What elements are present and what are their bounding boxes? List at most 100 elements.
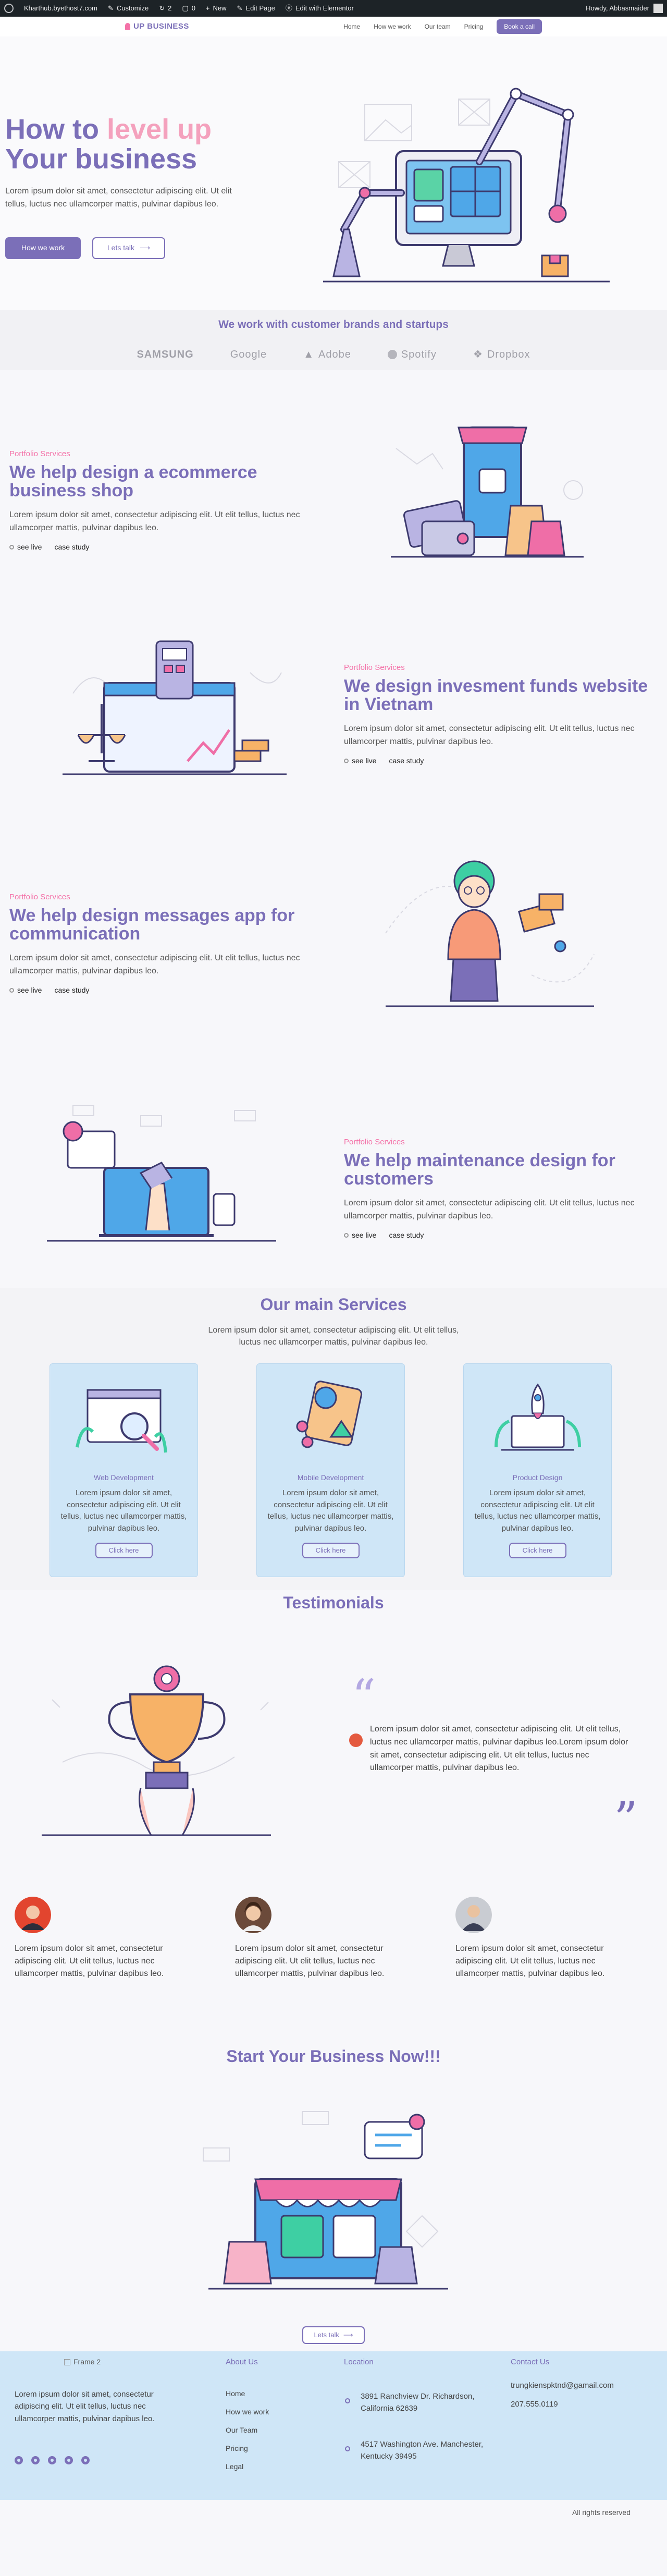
footer-link-how-we-work[interactable]: How we work	[226, 2407, 269, 2425]
nav-home[interactable]: Home	[343, 22, 360, 31]
portfolio-eyebrow: Portfolio Services	[9, 449, 70, 458]
admin-bar-elementor[interactable]: ⓔ Edit with Elementor	[286, 3, 354, 14]
click-here-button[interactable]: Click here	[302, 1543, 360, 1558]
bullet-icon	[9, 988, 14, 993]
see-live-label: see live	[17, 986, 42, 995]
featured-testimonial-text: Lorem ipsum dolor sit amet, consectetur …	[370, 1725, 628, 1773]
hero-subtitle: Lorem ipsum dolor sit amet, consectetur …	[5, 187, 232, 209]
start-lets-talk-label: Lets talk	[314, 2331, 339, 2339]
portfolio-eyebrow: Portfolio Services	[344, 1138, 405, 1146]
case-study-link[interactable]: case study	[54, 542, 89, 553]
logo-text: UP BUSINESS	[133, 21, 189, 31]
site-header: UP BUSINESS Home How we work Our team Pr…	[0, 17, 667, 36]
samsung-text: SAMSUNG	[137, 348, 194, 360]
admin-bar-updates[interactable]: ↻ 2	[159, 3, 171, 14]
portfolio-eyebrow: Portfolio Services	[9, 893, 70, 901]
nav-how-we-work[interactable]: How we work	[374, 22, 411, 31]
case-study-link[interactable]: case study	[54, 985, 89, 996]
footer-logo-image[interactable]: Frame 2	[64, 2357, 171, 2367]
featured-avatar	[349, 1733, 363, 1747]
finance-calculator-illustration	[63, 640, 287, 775]
adobe-icon: ▲	[303, 348, 314, 360]
hero-title-part2: Your business	[5, 143, 197, 175]
case-study-link[interactable]: case study	[389, 1230, 424, 1241]
admin-bar-customize[interactable]: ✎ Customize	[108, 3, 149, 14]
admin-bar-edit-page[interactable]: ✎ Edit Page	[237, 3, 275, 14]
contact-email[interactable]: trungkienspktnd@gamail.com	[511, 2380, 614, 2392]
book-call-button[interactable]: Book a call	[497, 19, 542, 34]
user-avatar[interactable]	[653, 4, 663, 13]
samsung-logo: SAMSUNG	[137, 347, 193, 362]
footer-location-title: Location	[344, 2358, 374, 2366]
service-card-mobile: Mobile Development Lorem ipsum dolor sit…	[256, 1363, 405, 1577]
start-lets-talk-button[interactable]: Lets talk ⟶	[302, 2326, 365, 2344]
social-links	[15, 2456, 171, 2464]
see-live-link[interactable]: see live	[344, 755, 376, 766]
hero-section: How to level up Your business Lorem ipsu…	[0, 36, 667, 310]
portfolio-title: We design invesment funds website in Vie…	[344, 676, 648, 715]
bullet-icon	[344, 759, 349, 764]
site-logo[interactable]: UP BUSINESS	[125, 21, 189, 33]
admin-bar-comments[interactable]: ▢ 0	[182, 3, 195, 14]
arrow-right-icon: ⟶	[140, 243, 151, 252]
elementor-label: Edit with Elementor	[295, 4, 354, 13]
admin-bar-site[interactable]: Kharthub.byethost7.com	[24, 3, 97, 14]
footer-link-our-team[interactable]: Our Team	[226, 2425, 269, 2443]
service-title: Mobile Development	[297, 1473, 364, 1482]
online-shop-illustration	[203, 2111, 448, 2290]
nav-pricing[interactable]: Pricing	[464, 22, 484, 31]
service-card-product: Product Design Lorem ipsum dolor sit ame…	[463, 1363, 612, 1577]
robot-arm-illustration	[323, 88, 610, 283]
how-we-work-button[interactable]: How we work	[5, 237, 81, 259]
dropbox-icon: ❖	[473, 348, 483, 360]
logo-icon	[125, 23, 130, 30]
google-text: Google	[230, 348, 267, 360]
facebook-icon[interactable]	[15, 2456, 23, 2464]
edit-page-label: Edit Page	[245, 4, 275, 13]
dropbox-logo: ❖ Dropbox	[473, 347, 530, 362]
see-live-link[interactable]: see live	[9, 542, 42, 553]
footer-links: Home How we work Our Team Pricing Legal	[226, 2388, 269, 2480]
footer-link-home[interactable]: Home	[226, 2388, 269, 2407]
service-title: Web Development	[94, 1473, 154, 1482]
admin-bar-howdy[interactable]: Howdy, Abbasmaider	[586, 3, 649, 14]
web-dev-illustration	[75, 1389, 167, 1453]
location-pin-icon	[345, 2446, 350, 2451]
testimonial-avatar	[235, 1897, 271, 1933]
wordpress-logo-icon[interactable]	[4, 4, 14, 13]
testimonials-section: Testimonials “ Lorem ipsum dolor sit ame…	[0, 1590, 667, 2044]
admin-bar: Kharthub.byethost7.com ✎ Customize ↻ 2 ▢…	[0, 0, 667, 17]
dribbble-icon[interactable]	[65, 2456, 73, 2464]
maintenance-laptop-illustration	[47, 1105, 276, 1242]
location-address-1: 3891 Ranchview Dr. Richardson, Californi…	[361, 2391, 475, 2413]
bullet-icon	[9, 545, 14, 550]
hero-title-part1: How to	[5, 114, 107, 145]
location-item: 4517 Washington Ave. Manchester, Kentuck…	[344, 2438, 490, 2463]
comments-count: 0	[191, 4, 195, 13]
twitter-icon[interactable]	[31, 2456, 40, 2464]
adobe-text: Adobe	[318, 348, 351, 360]
instagram-icon[interactable]	[81, 2456, 90, 2464]
footer-contact-title: Contact Us	[511, 2358, 550, 2366]
contact-phone[interactable]: 207.555.0119	[511, 2399, 614, 2411]
portfolio-eyebrow: Portfolio Services	[344, 663, 405, 672]
admin-bar-new[interactable]: + New	[206, 3, 227, 14]
testimonials-title: Testimonials	[283, 1593, 384, 1612]
lets-talk-button[interactable]: Lets talk ⟶	[92, 237, 165, 259]
see-live-link[interactable]: see live	[9, 985, 42, 996]
case-study-link[interactable]: case study	[389, 755, 424, 766]
click-here-button[interactable]: Click here	[95, 1543, 153, 1558]
location-address-2: 4517 Washington Ave. Manchester, Kentuck…	[361, 2440, 484, 2461]
services-subtitle: Lorem ipsum dolor sit amet, consectetur …	[208, 1326, 459, 1347]
see-live-label: see live	[352, 756, 377, 765]
footer-link-pricing[interactable]: Pricing	[226, 2443, 269, 2461]
click-here-button[interactable]: Click here	[509, 1543, 566, 1558]
services-section: Our main Services Lorem ipsum dolor sit …	[0, 1288, 667, 1590]
nav-our-team[interactable]: Our team	[425, 22, 451, 31]
footer-logo-alt: Frame 2	[73, 2358, 101, 2366]
youtube-icon[interactable]	[48, 2456, 56, 2464]
brand-logo-row: SAMSUNG Google ▲ Adobe Spotify ❖ Dropbox	[0, 347, 667, 362]
footer-link-legal[interactable]: Legal	[226, 2461, 269, 2480]
see-live-link[interactable]: see live	[344, 1230, 376, 1241]
portfolio-title: We help maintenance design for customers	[344, 1150, 615, 1189]
